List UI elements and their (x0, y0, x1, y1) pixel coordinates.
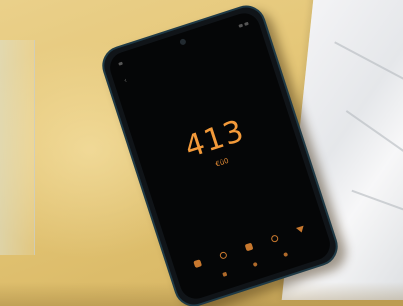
photo-frame: ‹ 413 €ü0 (0, 0, 403, 306)
status-left (118, 61, 124, 68)
signal-icon (238, 23, 243, 28)
triangle-icon[interactable] (295, 225, 306, 234)
circle-icon[interactable] (270, 233, 279, 243)
status-icons (238, 21, 249, 28)
recent-apps-icon[interactable] (222, 271, 228, 277)
battery-icon (243, 21, 249, 26)
glass-edge (0, 40, 35, 255)
circle-icon[interactable] (218, 250, 228, 260)
square-icon[interactable] (193, 258, 202, 268)
square-icon[interactable] (244, 242, 254, 251)
reading-display: 413 €ü0 (136, 101, 298, 191)
back-icon[interactable] (283, 252, 289, 258)
back-arrow-icon[interactable]: ‹ (123, 75, 133, 84)
home-icon[interactable] (252, 261, 258, 267)
